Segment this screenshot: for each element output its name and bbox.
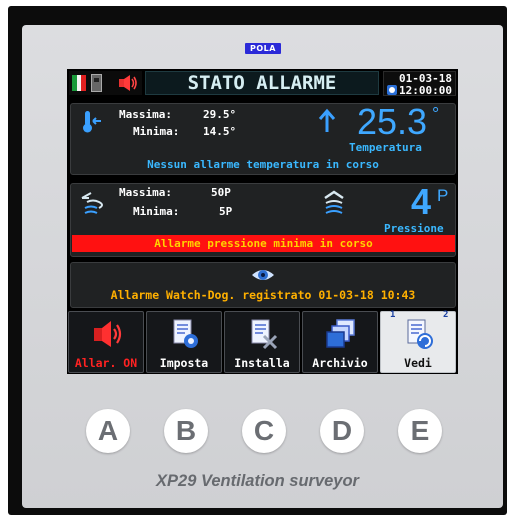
screen-title: STATO ALLARME xyxy=(145,71,379,95)
alarm-speaker-icon xyxy=(94,321,122,347)
view-refresh-icon xyxy=(407,319,433,349)
archivio-label: Archivio xyxy=(312,356,368,370)
page-indicator-1: 1 xyxy=(390,310,396,320)
pressure-up-icon xyxy=(324,190,344,214)
pressure-alarm-banner: Allarme pressione minima in corso xyxy=(72,235,455,252)
vedi-key[interactable]: Vedi xyxy=(380,311,456,373)
italy-flag-icon[interactable] xyxy=(72,75,87,91)
hardware-button-a[interactable]: A xyxy=(86,409,130,453)
function-key-bar: Allar. ON Imposta Installa Archivio Vedi… xyxy=(67,308,458,374)
temp-max-value: 29.5° xyxy=(203,108,237,121)
archivio-key[interactable]: Archivio xyxy=(302,311,378,373)
pres-caption: Pressione xyxy=(384,222,444,235)
temp-unit: ° xyxy=(432,104,440,124)
pres-unit: P xyxy=(437,186,449,205)
brand-logo: POLA xyxy=(245,43,281,54)
settings-document-icon xyxy=(173,319,198,348)
sim-card-icon xyxy=(91,74,102,92)
alarm-on-label: Allar. ON xyxy=(74,356,138,370)
temp-max-label: Massima: xyxy=(119,108,172,121)
lcd-screen: STATO ALLARME 01-03-18 12:00:00 Massima:… xyxy=(67,69,458,374)
temp-min-label: Minima: xyxy=(133,125,180,138)
hardware-button-b[interactable]: B xyxy=(164,409,208,453)
watchdog-panel: Allarme Watch-Dog. registrato 01-03-18 1… xyxy=(70,262,456,308)
temp-current-value: 25.3 xyxy=(357,101,428,142)
time-label: 12:00:00 xyxy=(399,84,452,97)
status-icons xyxy=(69,71,142,95)
pres-max-value: 50P xyxy=(211,186,231,199)
pres-current-value: 4 xyxy=(411,181,432,222)
imposta-key[interactable]: Imposta xyxy=(146,311,222,373)
model-name: XP29 Ventilation surveyor xyxy=(156,472,359,490)
installa-label: Installa xyxy=(234,356,290,370)
page-indicator-2: 2 xyxy=(443,310,449,320)
imposta-label: Imposta xyxy=(159,356,209,370)
trend-up-arrow-icon xyxy=(318,108,336,132)
watchdog-message: Allarme Watch-Dog. registrato 01-03-18 1… xyxy=(110,288,416,302)
clock-icon xyxy=(387,85,397,95)
pres-min-label: Minima: xyxy=(133,205,180,218)
temperature-panel: Massima: 29.5° Minima: 14.5° 25.3 ° Temp… xyxy=(70,101,456,175)
alarm-on-key[interactable]: Allar. ON xyxy=(68,311,144,373)
archive-windows-icon xyxy=(326,319,355,348)
eye-icon[interactable] xyxy=(251,266,275,284)
install-document-icon xyxy=(251,319,278,350)
installa-key[interactable]: Installa xyxy=(224,311,300,373)
hardware-button-c[interactable]: C xyxy=(242,409,286,453)
pres-min-value: 5P xyxy=(219,205,233,218)
vedi-label: Vedi xyxy=(404,356,432,370)
alarm-speaker-icon xyxy=(119,75,137,91)
temp-caption: Temperatura xyxy=(349,141,422,154)
temp-status: Nessun allarme temperatura in corso xyxy=(147,158,379,171)
hardware-button-d[interactable]: D xyxy=(320,409,364,453)
temp-min-value: 14.5° xyxy=(203,125,237,138)
pressure-panel: Massima: 50P Minima: 5P 4 P Pressione Al… xyxy=(70,181,456,257)
datetime-display: 01-03-18 12:00:00 xyxy=(383,71,456,97)
hardware-button-e[interactable]: E xyxy=(398,409,442,453)
fan-pressure-icon xyxy=(81,192,103,214)
pres-max-label: Massima: xyxy=(119,186,172,199)
thermometer-icon xyxy=(83,111,101,133)
